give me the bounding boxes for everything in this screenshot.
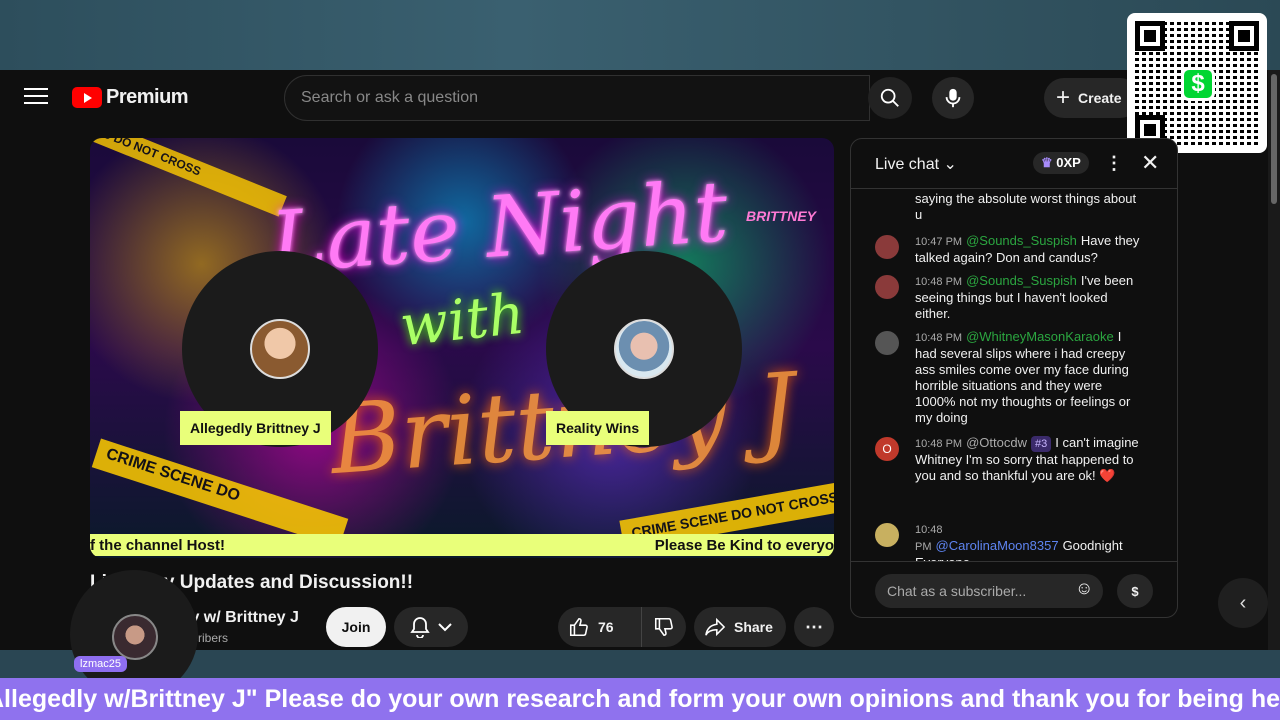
cashapp-qr-code: $ [1127, 13, 1267, 153]
search-icon [880, 88, 899, 107]
logo-text: Premium [106, 86, 189, 108]
chat-title-label: Live chat [875, 155, 940, 173]
guest-avatar [614, 319, 674, 379]
guest-name-tag: Allegedly Brittney J [180, 411, 331, 445]
ticker-text-left: f the channel Host! [90, 536, 226, 554]
menu-icon[interactable] [24, 88, 48, 108]
avatar: O [875, 437, 899, 461]
chat-message: O 10:48 PM @Ottocdw #3 I can't imagine Whit… [875, 435, 1145, 484]
share-button[interactable]: Share [694, 607, 786, 647]
avatar [875, 275, 899, 299]
crime-tape: 9 DO NOT CROSS [93, 138, 287, 217]
qr-finder [1135, 21, 1165, 51]
search-input[interactable] [301, 89, 869, 107]
voice-search-button[interactable] [932, 77, 974, 119]
live-chat-panel: Live chat ⌄ ♛ 0XP ⋮ ✕ saying the absolut… [850, 138, 1178, 618]
brand-logo: BRITTNEY [746, 208, 816, 224]
more-actions-icon[interactable]: ⋯ [794, 607, 834, 647]
message-time: 10:48 PM [915, 438, 963, 450]
page-scrollbar[interactable] [1268, 70, 1280, 650]
chat-message: saying the absolute worst things about u [875, 191, 1145, 223]
dislike-button[interactable] [642, 607, 686, 647]
channel-name[interactable]: ly w/ Brittney J [186, 609, 299, 627]
avatar [875, 235, 899, 259]
chevron-down-icon: ⌄ [943, 155, 957, 173]
thumbs-up-icon [569, 617, 588, 637]
close-icon[interactable]: ✕ [1141, 150, 1159, 176]
crown-icon: ♛ [1041, 155, 1053, 170]
message-time: 10:47 PM [915, 236, 963, 248]
like-dislike-group: 76 [558, 607, 686, 647]
like-button[interactable]: 76 [558, 607, 642, 647]
message-author[interactable]: @Ottocdw [966, 435, 1027, 450]
chevron-down-icon [438, 623, 452, 632]
super-chat-icon[interactable]: $ [1117, 574, 1153, 608]
bottom-banner: Allegedly w/Brittney J" Please do your o… [0, 678, 1280, 720]
xp-badge[interactable]: ♛ 0XP [1033, 152, 1089, 174]
avatar [875, 331, 899, 355]
chat-menu-icon[interactable]: ⋮ [1105, 153, 1123, 174]
search-button[interactable] [868, 77, 912, 119]
chat-title[interactable]: Live chat ⌄ [875, 154, 957, 174]
notifications-button[interactable] [394, 607, 468, 647]
ticker-bar: f the channel Host! Please Be Kind to ev… [90, 534, 834, 556]
message-author[interactable]: @CarolinaMoon8357 [936, 538, 1059, 553]
cashapp-icon: $ [1181, 67, 1215, 101]
stream-background-top [0, 0, 1280, 70]
chat-input[interactable]: Chat as a subscriber... [875, 574, 1103, 608]
chat-message: 10:48 PM @Sounds_Suspish I've been seeing … [875, 273, 1145, 322]
message-author[interactable]: @WhitneyMasonKaraoke [966, 329, 1114, 344]
like-count: 76 [598, 619, 614, 635]
chat-messages: saying the absolute worst things about u… [851, 189, 1171, 561]
share-icon [705, 617, 726, 637]
join-button[interactable]: Join [326, 607, 386, 647]
message-time: 10:48 PM [915, 276, 963, 288]
microphone-icon [945, 88, 961, 108]
message-author[interactable]: @Sounds_Suspish [966, 233, 1077, 248]
thumbs-down-icon [654, 617, 673, 637]
chat-message: 10:48 PM@CarolinaMoon8357Goodnight Every… [875, 521, 1145, 561]
guest-name-tag: Reality Wins [546, 411, 650, 445]
chat-input-row: Chat as a subscriber... ☺ $ [851, 561, 1177, 617]
ticker-text-right: Please Be Kind to everyo [654, 536, 834, 554]
chat-header: Live chat ⌄ ♛ 0XP ⋮ ✕ [851, 139, 1177, 189]
avatar [875, 523, 899, 547]
scrollbar-thumb[interactable] [1271, 74, 1277, 204]
share-label: Share [734, 619, 773, 635]
create-button[interactable]: + Create [1044, 78, 1140, 118]
rank-badge: #3 [1030, 436, 1052, 452]
xp-value: 0XP [1056, 155, 1081, 170]
art-text: with [396, 281, 528, 360]
emoji-icon[interactable]: ☺ [1075, 578, 1093, 599]
chat-message: 10:48 PM @WhitneyMasonKaraoke I had severa… [875, 329, 1145, 426]
chevron-left-icon[interactable]: ‹ [1218, 578, 1268, 628]
plus-icon: + [1056, 84, 1071, 111]
guest-avatar [250, 319, 310, 379]
message-author[interactable]: @Sounds_Suspish [966, 273, 1077, 288]
avatar [112, 614, 158, 660]
banner-text: Allegedly w/Brittney J" Please do your o… [0, 684, 1280, 713]
search-box[interactable] [284, 75, 870, 121]
overlay-username: lzmac25 [74, 656, 127, 672]
chat-message: 10:47 PM @Sounds_Suspish Have they talked … [875, 233, 1145, 266]
qr-finder [1229, 21, 1259, 51]
youtube-logo[interactable]: Premium [72, 86, 189, 109]
create-label: Create [1078, 90, 1122, 106]
crime-tape: CRIME SCENE DO [91, 438, 349, 548]
message-time: 10:48 PM [915, 332, 963, 344]
youtube-play-icon [72, 87, 102, 108]
bell-icon [410, 617, 430, 638]
qr-pattern: $ [1135, 21, 1259, 145]
message-text: saying the absolute worst things about u [915, 191, 1137, 222]
video-player[interactable]: 9 DO NOT CROSS Late Night with Brittney … [90, 138, 834, 558]
